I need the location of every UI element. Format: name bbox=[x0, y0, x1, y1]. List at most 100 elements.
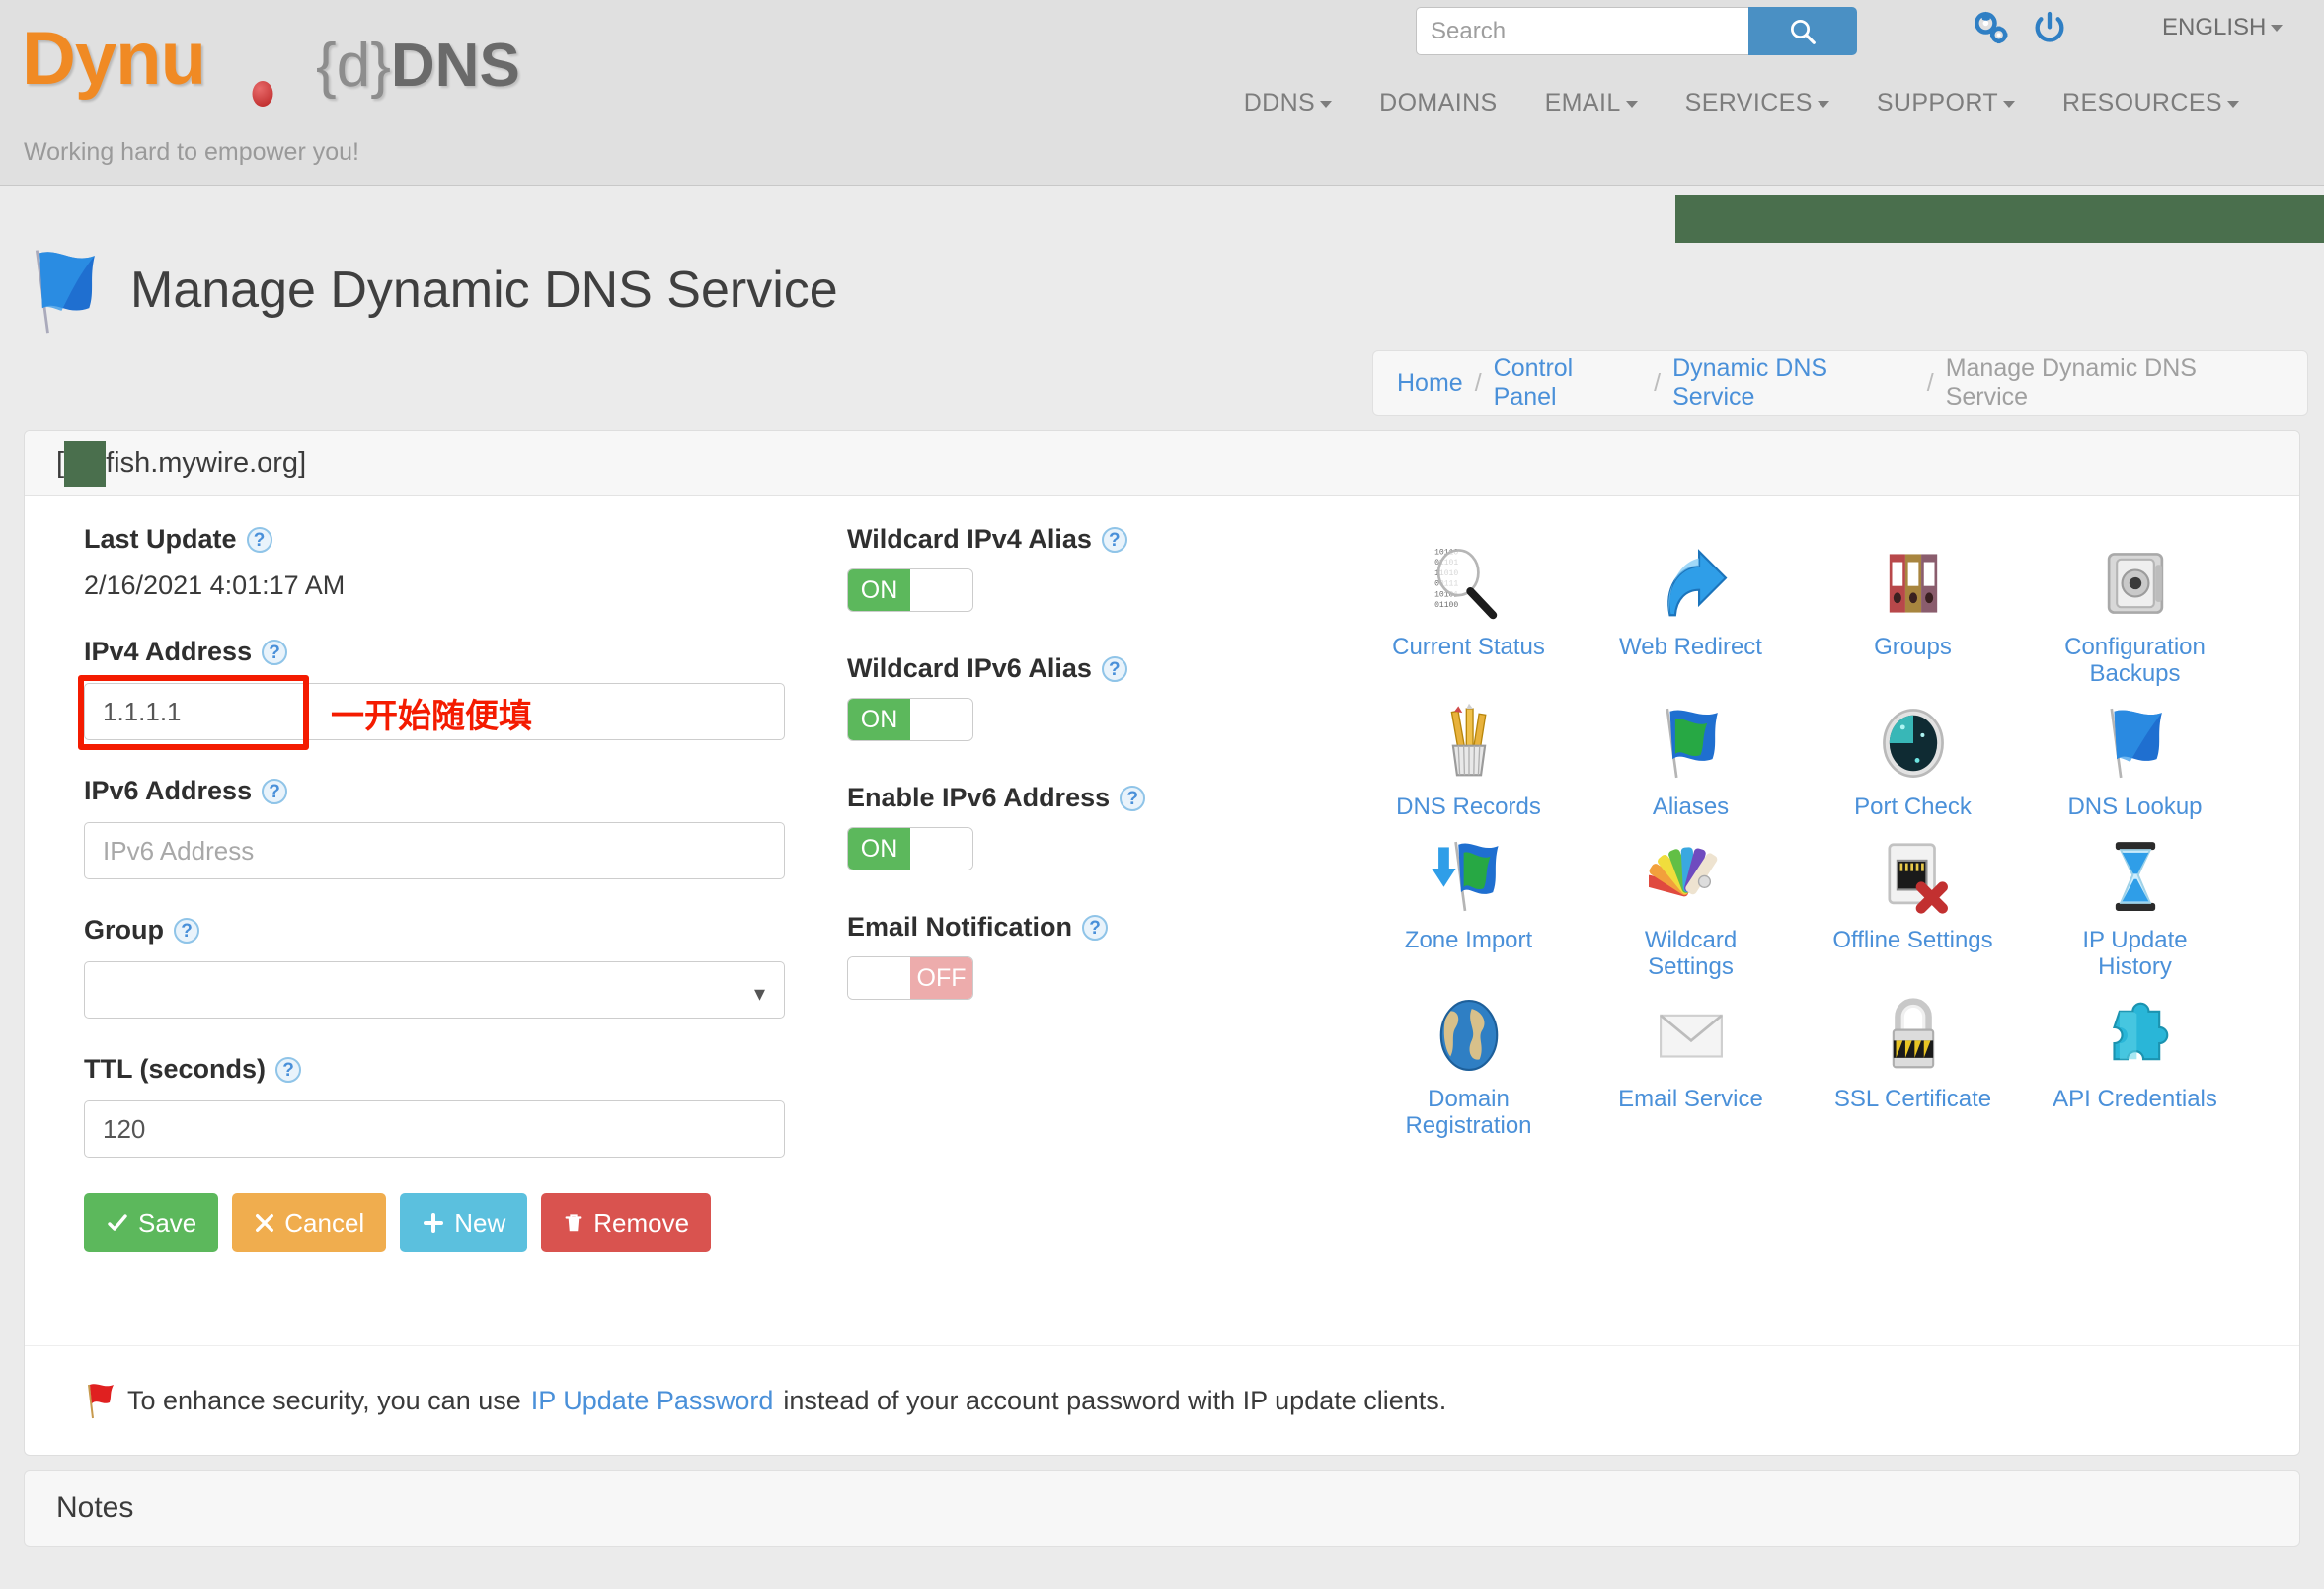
ttl-label-text: TTL (seconds) bbox=[84, 1054, 267, 1084]
search-input[interactable] bbox=[1416, 7, 1748, 55]
help-icon[interactable]: ? bbox=[1120, 785, 1146, 811]
nav-item-email[interactable]: EMAIL bbox=[1545, 89, 1638, 117]
nav-item-support[interactable]: SUPPORT bbox=[1877, 89, 2016, 117]
tool-offline-settings[interactable]: Offline Settings bbox=[1802, 829, 2024, 981]
breadcrumb-separator: / bbox=[1474, 368, 1482, 397]
tool-dns-lookup[interactable]: DNS Lookup bbox=[2024, 696, 2246, 821]
tool-label: Port Check bbox=[1854, 793, 1972, 820]
tool-port-check[interactable]: Port Check bbox=[1802, 696, 2024, 821]
help-icon[interactable]: ? bbox=[262, 778, 288, 804]
ethernet-x-icon bbox=[1866, 829, 1961, 924]
dns-service-panel: [fish.mywire.org] Last Update ? 2/16/202… bbox=[24, 430, 2300, 1456]
page-header: Manage Dynamic DNS Service bbox=[0, 245, 838, 336]
globe-icon bbox=[1422, 988, 1516, 1083]
breadcrumb: Home / Control Panel / Dynamic DNS Servi… bbox=[1372, 350, 2308, 416]
wildcard-ipv4-toggle[interactable]: ON bbox=[847, 568, 973, 612]
save-button[interactable]: Save bbox=[84, 1193, 219, 1252]
new-button[interactable]: New bbox=[400, 1193, 528, 1252]
safe-icon bbox=[2088, 536, 2183, 631]
help-icon[interactable]: ? bbox=[275, 1056, 302, 1083]
nav-item-ddns[interactable]: DDNS bbox=[1244, 89, 1333, 117]
nav-item-resources[interactable]: RESOURCES bbox=[2062, 89, 2239, 117]
nav-item-domains[interactable]: DOMAINS bbox=[1379, 89, 1497, 117]
power-icon[interactable] bbox=[2030, 9, 2069, 48]
ipv6-input[interactable] bbox=[84, 822, 785, 879]
page-title: Manage Dynamic DNS Service bbox=[130, 262, 838, 319]
breadcrumb-item-current: Manage Dynamic DNS Service bbox=[1945, 354, 2197, 411]
form-action-buttons: Save Cancel New Remove bbox=[84, 1193, 795, 1252]
ttl-input[interactable] bbox=[84, 1100, 785, 1158]
enable-ipv6-label-text: Enable IPv6 Address bbox=[847, 783, 1111, 812]
group-select[interactable] bbox=[84, 961, 785, 1019]
tool-label: Domain Registration bbox=[1405, 1086, 1532, 1140]
tool-domain-registration[interactable]: Domain Registration bbox=[1357, 988, 1580, 1140]
tool-label: Web Redirect bbox=[1619, 634, 1762, 660]
search-button[interactable] bbox=[1748, 7, 1857, 55]
tool-groups[interactable]: Groups bbox=[1802, 536, 2024, 688]
logo-dns-text: DNS bbox=[390, 32, 520, 100]
help-icon[interactable]: ? bbox=[1082, 914, 1109, 941]
help-icon[interactable]: ? bbox=[246, 526, 272, 553]
nav-item-services[interactable]: SERVICES bbox=[1685, 89, 1829, 117]
nav-label-resources: RESOURCES bbox=[2062, 89, 2222, 116]
remove-button[interactable]: Remove bbox=[541, 1193, 712, 1252]
chevron-down-icon bbox=[2003, 100, 2016, 108]
last-update-value: 2/16/2021 4:01:17 AM bbox=[84, 570, 346, 600]
tool-ssl-certificate[interactable]: SSL Certificate bbox=[1802, 988, 2024, 1140]
binders-icon bbox=[1866, 536, 1961, 631]
breadcrumb-item-control-panel[interactable]: Control Panel bbox=[1494, 354, 1642, 412]
site-logo[interactable]: Dynu {d}DNS bbox=[22, 22, 520, 107]
chevron-down-icon bbox=[1320, 100, 1333, 108]
red-flag-icon bbox=[88, 1384, 114, 1419]
enable-ipv6-label: Enable IPv6 Address ? bbox=[847, 783, 1272, 813]
wildcard-ipv6-toggle[interactable]: ON bbox=[847, 698, 973, 741]
tool-label: Email Service bbox=[1618, 1086, 1763, 1113]
language-selector[interactable]: ENGLISH bbox=[2162, 14, 2284, 41]
pencil-cup-icon bbox=[1422, 696, 1516, 791]
enable-ipv6-toggle[interactable]: ON bbox=[847, 827, 973, 870]
tool-aliases[interactable]: Aliases bbox=[1580, 696, 1802, 821]
tool-ip-update-history[interactable]: IP Update History bbox=[2024, 829, 2246, 981]
new-button-label: New bbox=[454, 1207, 506, 1238]
wildcard-ipv6-label: Wildcard IPv6 Alias ? bbox=[847, 653, 1272, 684]
blue-arrow-icon bbox=[1644, 536, 1739, 631]
help-icon[interactable]: ? bbox=[262, 639, 288, 665]
tool-api-credentials[interactable]: API Credentials bbox=[2024, 988, 2246, 1140]
help-icon[interactable]: ? bbox=[1101, 655, 1127, 682]
breadcrumb-separator: / bbox=[1926, 368, 1934, 397]
tool-email-service[interactable]: Email Service bbox=[1580, 988, 1802, 1140]
svg-text:01100: 01100 bbox=[1434, 601, 1458, 610]
cancel-button[interactable]: Cancel bbox=[232, 1193, 387, 1252]
help-icon[interactable]: ? bbox=[1101, 526, 1127, 553]
ip-update-password-link[interactable]: IP Update Password bbox=[531, 1386, 774, 1416]
tool-wildcard-settings[interactable]: Wildcard Settings bbox=[1580, 829, 1802, 981]
search-area[interactable] bbox=[1416, 7, 1857, 55]
nav-label-domains: DOMAINS bbox=[1379, 89, 1498, 116]
footnote-text-after: instead of your account password with IP… bbox=[783, 1385, 1447, 1415]
logo-ddns: {d}DNS bbox=[316, 36, 520, 97]
help-icon[interactable]: ? bbox=[174, 917, 199, 944]
search-icon bbox=[1791, 19, 1816, 44]
chevron-down-icon bbox=[1625, 100, 1638, 108]
tool-label: DNS Lookup bbox=[2067, 793, 2203, 820]
radar-icon bbox=[1866, 696, 1961, 791]
site-header: Dynu {d}DNS Working hard to empower you! bbox=[0, 0, 2324, 186]
tool-configuration-backups[interactable]: Configuration Backups bbox=[2024, 536, 2246, 688]
breadcrumb-item-dynamic-dns-service[interactable]: Dynamic DNS Service bbox=[1672, 354, 1915, 412]
panel-heading: [fish.mywire.org] bbox=[25, 431, 2299, 496]
gears-icon[interactable] bbox=[1971, 8, 2012, 49]
nav-label-services: SERVICES bbox=[1684, 89, 1813, 116]
toggle-state-label: ON bbox=[848, 699, 910, 740]
tool-label: IP Update History bbox=[2082, 926, 2188, 980]
email-notification-toggle[interactable]: OFF bbox=[847, 956, 973, 1000]
tool-zone-import[interactable]: Zone Import bbox=[1357, 829, 1580, 981]
tool-label: Wildcard Settings bbox=[1644, 926, 1738, 980]
tool-web-redirect[interactable]: Web Redirect bbox=[1580, 536, 1802, 688]
tool-dns-records[interactable]: DNS Records bbox=[1357, 696, 1580, 821]
notes-panel[interactable]: Notes bbox=[24, 1470, 2300, 1547]
breadcrumb-item-home[interactable]: Home bbox=[1397, 369, 1463, 398]
tool-label: Aliases bbox=[1652, 793, 1730, 820]
logo-text: Dynu bbox=[22, 17, 206, 101]
tool-current-status[interactable]: 101100110111010 001111010101100 Current … bbox=[1357, 536, 1580, 688]
annotation-text: 一开始随便填 bbox=[331, 697, 532, 736]
